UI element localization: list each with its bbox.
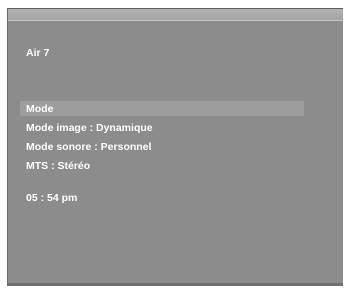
mts-item[interactable]: MTS : Stéréo — [26, 159, 90, 173]
clock-display: 05 : 54 pm — [26, 192, 78, 204]
sound-mode-item[interactable]: Mode sonore : Personnel — [26, 140, 151, 154]
picture-mode-item[interactable]: Mode image : Dynamique — [26, 121, 153, 135]
bottom-rule — [8, 283, 343, 286]
mode-highlight[interactable] — [20, 101, 304, 116]
tv-screen: Air 7 Mode Mode image : Dynamique Mode s… — [7, 8, 343, 286]
channel-label: Air 7 — [26, 47, 50, 59]
mode-item[interactable]: Mode — [26, 102, 53, 116]
top-bar — [8, 9, 343, 21]
